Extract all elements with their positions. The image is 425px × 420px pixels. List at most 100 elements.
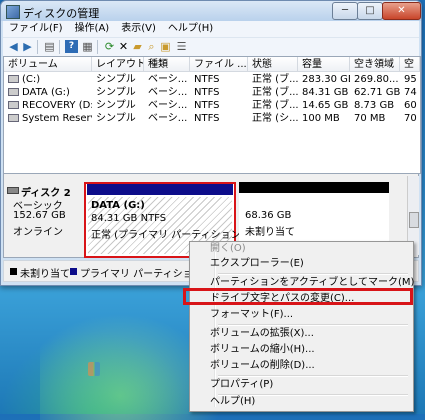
free-space-cell: 62.71 GB	[354, 87, 400, 98]
free-space-cell: 8.73 GB	[354, 100, 395, 111]
capacity-cell: 84.31 GB	[302, 87, 349, 98]
volume-name-cell: System Reserved	[4, 112, 92, 125]
open-icon[interactable]: ▰	[131, 40, 144, 53]
type-cell: ベーシ...	[148, 74, 188, 85]
menu-item-help[interactable]: ヘルプ(H)	[210, 395, 255, 409]
delete-icon[interactable]: ✕	[117, 40, 130, 53]
type-cell: ベーシ...	[148, 100, 188, 111]
toolbar-separator	[59, 40, 60, 54]
column-header-layout[interactable]: レイアウト	[92, 57, 144, 72]
menu-item-extend[interactable]: ボリュームの拡張(X)...	[210, 327, 314, 341]
menu-item-explorer[interactable]: エクスプローラー(E)	[210, 257, 304, 271]
highlight-annotation	[183, 288, 413, 305]
table-row[interactable]: RECOVERY (D:) シンプル ベーシ... NTFS 正常 (ブ... …	[4, 99, 420, 112]
refresh-icon[interactable]: ⟳	[103, 40, 116, 53]
unallocated-label: 未割り当て	[245, 227, 295, 238]
column-header-capacity[interactable]: 容量	[298, 57, 350, 72]
type-cell: ベーシ...	[148, 87, 188, 98]
legend-unallocated: 未割り当て	[20, 269, 70, 280]
window-title: ディスクの管理	[23, 7, 100, 20]
menu-item-delete[interactable]: ボリュームの削除(D)...	[210, 359, 315, 373]
volume-name-cell: RECOVERY (D:)	[4, 99, 92, 112]
filesystem-cell: NTFS	[194, 113, 220, 124]
unallocated-swatch	[10, 268, 17, 275]
partition-size-fs: 84.31 GB NTFS	[91, 213, 167, 224]
column-header-type[interactable]: 種類	[144, 57, 190, 72]
toolbar-separator	[97, 40, 98, 54]
primary-partition-bar	[87, 184, 233, 195]
free-space-cell: 70 MB	[354, 113, 386, 124]
table-row[interactable]: (C:) シンプル ベーシ... NTFS 正常 (ブ... 283.30 GB…	[4, 73, 420, 86]
menu-item-open[interactable]: 開く(O)	[210, 242, 246, 256]
layout-cell: シンプル	[96, 87, 136, 98]
volume-icon	[8, 114, 19, 122]
volume-name: DATA (G:)	[22, 87, 70, 98]
legend-primary: プライマリ パーティション	[80, 269, 203, 280]
filesystem-cell: NTFS	[194, 100, 220, 111]
volume-icon	[8, 88, 19, 96]
context-menu: 開く(O) エクスプローラー(E) パーティションをアクティブとしてマーク(M)…	[189, 241, 414, 412]
disk-info[interactable]: ディスク 2 ベーシック 152.67 GB オンライン	[4, 179, 80, 253]
unallocated-size: 68.36 GB	[245, 210, 292, 221]
properties-icon[interactable]: ▦	[81, 40, 94, 53]
menu-action[interactable]: 操作(A)	[69, 21, 116, 37]
minimize-button[interactable]: ─	[332, 2, 358, 20]
percent-free-cell: 70	[404, 113, 417, 124]
volume-icon	[8, 101, 19, 109]
volume-name: System Reserved	[22, 113, 92, 124]
export-icon[interactable]: ▣	[159, 40, 172, 53]
column-header-status[interactable]: 状態	[248, 57, 298, 72]
column-header-filesystem[interactable]: ファイル ...	[190, 57, 248, 72]
primary-swatch	[70, 268, 77, 275]
search-icon[interactable]: ⌕	[145, 40, 158, 53]
volume-name: RECOVERY (D:)	[22, 100, 92, 111]
disk-status: オンライン	[13, 227, 63, 238]
title-bar[interactable]: ディスクの管理 ─ □ ✕	[1, 1, 421, 21]
maximize-button[interactable]: □	[357, 2, 383, 20]
menu-file[interactable]: ファイル(F)	[3, 21, 69, 37]
percent-free-cell: 60	[404, 100, 417, 111]
unallocated-partition[interactable]: 68.36 GB 未割り当て	[239, 182, 389, 249]
toolbar-separator	[37, 40, 38, 54]
menu-help[interactable]: ヘルプ(H)	[162, 21, 219, 37]
menu-bar: ファイル(F) 操作(A) 表示(V) ヘルプ(H)	[3, 21, 419, 37]
scrollbar-thumb[interactable]	[409, 212, 419, 228]
table-row[interactable]: DATA (G:) シンプル ベーシ... NTFS 正常 (ブ... 84.3…	[4, 86, 420, 99]
capacity-cell: 14.65 GB	[302, 100, 349, 111]
partition-status: 正常 (プライマリ パーティション)	[91, 230, 245, 241]
menu-view[interactable]: 表示(V)	[115, 21, 162, 37]
status-cell: 正常 (ブ...	[252, 100, 298, 111]
layout-cell: シンプル	[96, 113, 136, 124]
status-cell: 正常 (ブ...	[252, 74, 298, 85]
column-header-volume[interactable]: ボリューム	[4, 57, 92, 72]
toolbar: ◀ ▶ ▤ ? ▦ ⟳ ✕ ▰ ⌕ ▣ ☰	[3, 37, 419, 56]
capacity-cell: 100 MB	[302, 113, 340, 124]
volume-name: (C:)	[22, 74, 41, 85]
menu-separator	[218, 324, 408, 326]
menu-separator	[218, 375, 408, 377]
filesystem-cell: NTFS	[194, 87, 220, 98]
help-icon[interactable]: ?	[65, 40, 78, 53]
forward-icon[interactable]: ▶	[21, 40, 34, 53]
column-header-percent-free[interactable]: 空	[400, 57, 420, 72]
volume-list[interactable]: ボリューム レイアウト 種類 ファイル ... 状態 容量 空き領域 空 (C:…	[3, 56, 421, 174]
menu-item-properties[interactable]: プロパティ(P)	[210, 378, 273, 392]
unallocated-bar	[239, 182, 389, 193]
free-space-cell: 269.80...	[354, 74, 399, 85]
console-icon[interactable]: ▤	[43, 40, 56, 53]
status-cell: 正常 (ブ...	[252, 87, 298, 98]
capacity-cell: 283.30 GB	[302, 74, 350, 85]
app-icon	[6, 5, 20, 19]
menu-item-shrink[interactable]: ボリュームの縮小(H)...	[210, 343, 315, 357]
close-button[interactable]: ✕	[382, 2, 421, 20]
status-cell: 正常 (シ...	[252, 113, 298, 124]
menu-item-format[interactable]: フォーマット(F)...	[210, 308, 293, 322]
filesystem-cell: NTFS	[194, 74, 220, 85]
table-row[interactable]: System Reserved シンプル ベーシ... NTFS 正常 (シ..…	[4, 112, 420, 125]
back-icon[interactable]: ◀	[7, 40, 20, 53]
layout-cell: シンプル	[96, 100, 136, 111]
list-icon[interactable]: ☰	[175, 40, 188, 53]
menu-separator	[218, 273, 408, 275]
windows-logo-icon	[88, 362, 100, 376]
column-header-free-space[interactable]: 空き領域	[350, 57, 400, 72]
